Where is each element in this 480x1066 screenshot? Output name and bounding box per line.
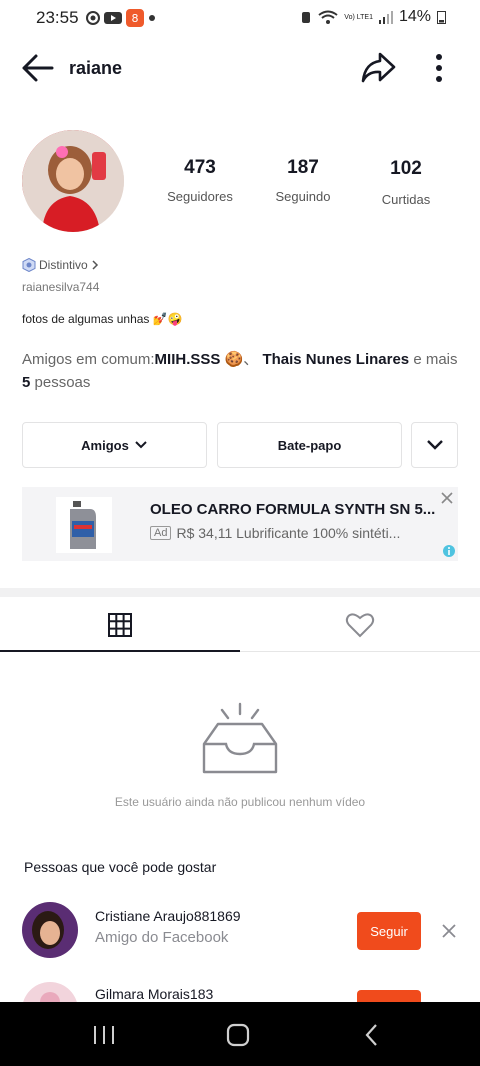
friends-button[interactable]: Amigos — [22, 422, 207, 468]
suggestion-avatar[interactable] — [22, 902, 78, 958]
profile-avatar[interactable] — [22, 130, 124, 232]
avatar-photo — [22, 130, 124, 232]
ad-subtitle-row: Ad R$ 34,11 Lubrificante 100% sintéti... — [150, 525, 400, 541]
back-button[interactable] — [20, 50, 60, 86]
notification-icons: 8 — [86, 9, 156, 27]
profile-handle: raianesilva744 — [22, 280, 100, 294]
vertical-dots-icon — [436, 54, 442, 82]
status-right: Vo) LTE1 14% — [300, 8, 446, 26]
battery-icon — [437, 11, 446, 24]
recent-apps-icon[interactable] — [92, 1024, 116, 1046]
mutual-prefix: Amigos em comum: — [22, 351, 155, 368]
ad-tag: Ad — [150, 526, 172, 540]
badge-link[interactable]: Distintivo — [22, 258, 99, 272]
avatar-photo — [22, 902, 78, 958]
tab-videos[interactable] — [0, 598, 240, 652]
ad-product-image — [56, 497, 112, 553]
status-time: 23:55 — [36, 8, 79, 27]
mutual-separator: 、 — [243, 351, 259, 368]
suggestions-toggle-button[interactable] — [411, 422, 458, 468]
chrome-icon — [86, 11, 100, 25]
grid-icon — [108, 613, 132, 637]
profile-username: raiane — [69, 58, 123, 78]
tab-divider — [240, 651, 480, 652]
system-navigation-bar — [0, 1002, 480, 1066]
likes-label: Curtidas — [381, 192, 431, 207]
share-button[interactable] — [358, 48, 398, 88]
chevron-right-icon — [92, 260, 98, 270]
youtube-icon — [104, 12, 122, 24]
mutual-friends[interactable]: Amigos em comum:MIIH.SSS 🍪、 Thais Nunes … — [22, 348, 462, 394]
section-divider — [0, 588, 480, 597]
ad-subtitle: R$ 34,11 Lubrificante 100% sintéti... — [176, 525, 401, 541]
oil-bottle-image — [70, 501, 96, 549]
badge-shield-icon — [22, 258, 36, 272]
more-notifications-dot — [149, 15, 155, 21]
status-bar: 23:55 8 Vo) LTE1 14% — [0, 0, 480, 36]
chat-button[interactable]: Bate-papo — [217, 422, 402, 468]
mutual-and: e mais — [409, 351, 458, 368]
app-notification-icon: 8 — [126, 9, 144, 27]
signal-icon — [378, 11, 393, 24]
suggestions-title: Pessoas que você pode gostar — [24, 859, 217, 875]
follow-button[interactable]: Seguir — [357, 912, 421, 950]
more-options-button[interactable] — [424, 50, 454, 86]
sponsored-ad[interactable]: OLEO CARRO FORMULA SYNTH SN 5... Ad R$ 3… — [22, 487, 458, 561]
chevron-down-icon — [135, 441, 147, 449]
wifi-icon — [318, 10, 338, 24]
likes-stat[interactable]: 102 Curtidas — [356, 158, 456, 207]
following-label: Seguindo — [275, 189, 331, 204]
chat-button-label: Bate-papo — [277, 437, 342, 453]
svg-text:8: 8 — [132, 12, 139, 25]
dismiss-suggestion-icon[interactable] — [442, 924, 456, 938]
arrow-left-icon — [22, 54, 54, 82]
empty-inbox-icon — [202, 702, 278, 774]
suggestion-subtitle: Amigo do Facebook — [95, 929, 229, 946]
following-count: 187 — [287, 157, 319, 178]
heart-icon — [345, 613, 375, 638]
suggestion-name[interactable]: Gilmara Morais183 — [95, 986, 213, 1002]
mutual-suffix: pessoas — [30, 374, 91, 391]
empty-state-text: Este usuário ainda não publicou nenhum v… — [114, 795, 366, 809]
info-icon[interactable] — [442, 544, 456, 558]
chevron-down-icon — [426, 440, 443, 450]
suggestion-name[interactable]: Cristiane Araujo881869 — [95, 908, 241, 924]
mutual-friend-1: MIIH.SSS 🍪 — [154, 351, 244, 368]
followers-label: Seguidores — [167, 189, 233, 204]
badge-label: Distintivo — [39, 258, 88, 272]
following-stat[interactable]: 187 Seguindo — [253, 157, 353, 204]
followers-stat[interactable]: 473 Seguidores — [150, 157, 250, 204]
tab-liked[interactable] — [240, 598, 480, 652]
network-label: Vo) LTE1 — [344, 13, 373, 21]
close-icon[interactable] — [440, 491, 454, 505]
likes-count: 102 — [390, 158, 422, 179]
share-arrow-icon — [361, 52, 396, 83]
alarm-icon — [302, 12, 311, 23]
ad-title: OLEO CARRO FORMULA SYNTH SN 5... — [150, 501, 436, 518]
active-tab-indicator — [0, 650, 240, 652]
profile-bio: fotos de algumas unhas 💅🤪 — [22, 312, 183, 326]
battery-percent: 14% — [398, 8, 431, 25]
friends-button-label: Amigos — [81, 437, 129, 453]
followers-count: 473 — [184, 157, 216, 178]
back-nav-icon[interactable] — [364, 1023, 380, 1047]
mutual-friend-2: Thais Nunes Linares — [262, 351, 410, 368]
home-icon[interactable] — [226, 1023, 250, 1047]
